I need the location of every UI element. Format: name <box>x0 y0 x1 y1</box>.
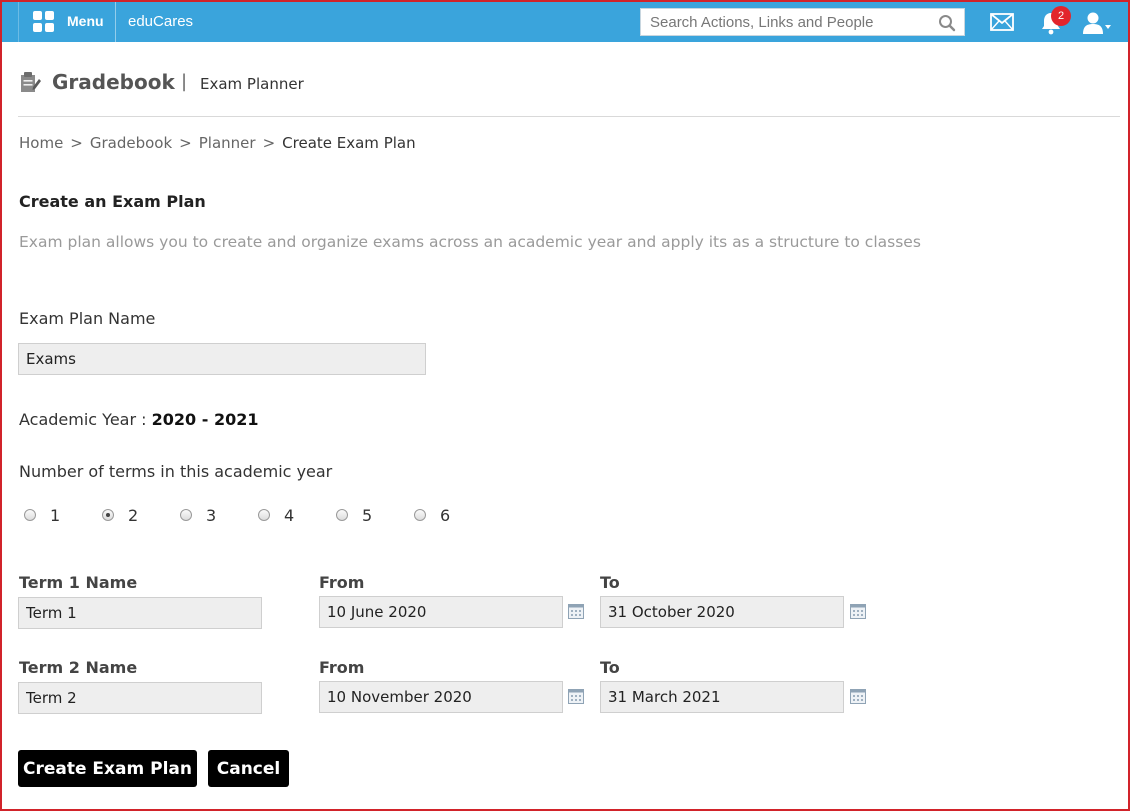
term1-from-label: From <box>319 573 365 592</box>
title-separator: | <box>181 71 188 92</box>
calendar-icon[interactable] <box>568 688 584 704</box>
radio-label: 2 <box>128 505 139 525</box>
terms-radio-6[interactable]: 6 <box>414 505 450 525</box>
radio-button[interactable] <box>336 509 348 521</box>
academic-year-row: Academic Year : 2020 - 2021 <box>19 410 258 429</box>
term1-to-date-input[interactable] <box>600 596 844 628</box>
radio-button[interactable] <box>414 509 426 521</box>
page-title: Gradebook <box>52 70 175 94</box>
apps-grid-icon <box>33 11 55 33</box>
header-divider <box>18 116 1120 117</box>
terms-radio-3[interactable]: 3 <box>180 505 216 525</box>
term1-from-date-input[interactable] <box>319 596 563 628</box>
section-description: Exam plan allows you to create and organ… <box>19 233 921 251</box>
terms-radio-4[interactable]: 4 <box>258 505 294 525</box>
radio-label: 3 <box>206 505 217 525</box>
user-menu-icon[interactable] <box>1082 11 1112 35</box>
term2-from-date-input[interactable] <box>319 681 563 713</box>
breadcrumb-separator: > <box>179 134 192 152</box>
terms-radio-2[interactable]: 2 <box>102 505 138 525</box>
radio-button[interactable] <box>24 509 36 521</box>
calendar-icon[interactable] <box>850 603 866 619</box>
breadcrumb: Home > Gradebook > Planner > Create Exam Plan <box>19 134 416 152</box>
breadcrumb-gradebook[interactable]: Gradebook <box>90 134 172 152</box>
term1-to-label: To <box>600 573 620 592</box>
breadcrumb-planner[interactable]: Planner <box>199 134 256 152</box>
academic-year-label: Academic Year : <box>19 410 147 429</box>
radio-button[interactable] <box>180 509 192 521</box>
search-box <box>640 8 965 36</box>
radio-label: 6 <box>440 505 451 525</box>
term2-to-date-input[interactable] <box>600 681 844 713</box>
mail-icon[interactable] <box>990 13 1014 31</box>
term2-name-input[interactable] <box>18 682 262 714</box>
menu-label: Menu <box>67 13 104 29</box>
radio-label: 4 <box>284 505 295 525</box>
gradebook-icon <box>21 72 41 92</box>
term1-name-label: Term 1 Name <box>19 573 138 592</box>
term2-name-label: Term 2 Name <box>19 658 138 677</box>
breadcrumb-separator: > <box>70 134 83 152</box>
term2-to-label: To <box>600 658 620 677</box>
breadcrumb-home[interactable]: Home <box>19 134 63 152</box>
plan-name-input[interactable] <box>18 343 426 375</box>
notification-count-badge: 2 <box>1051 6 1071 26</box>
breadcrumb-current: Create Exam Plan <box>282 134 416 152</box>
create-exam-plan-button[interactable]: Create Exam Plan <box>18 750 197 787</box>
term2-from-label: From <box>319 658 365 677</box>
term1-name-input[interactable] <box>18 597 262 629</box>
cancel-button[interactable]: Cancel <box>208 750 289 787</box>
calendar-icon[interactable] <box>850 688 866 704</box>
search-input[interactable] <box>641 9 931 35</box>
search-icon[interactable] <box>938 14 956 32</box>
radio-label: 5 <box>362 505 373 525</box>
plan-name-label: Exam Plan Name <box>19 309 156 328</box>
breadcrumb-separator: > <box>262 134 276 152</box>
menu-button[interactable]: Menu <box>18 2 116 42</box>
terms-radio-5[interactable]: 5 <box>336 505 372 525</box>
radio-button[interactable] <box>258 509 270 521</box>
terms-radio-1[interactable]: 1 <box>24 505 60 525</box>
calendar-icon[interactable] <box>568 603 584 619</box>
section-title: Create an Exam Plan <box>19 192 206 211</box>
terms-count-label: Number of terms in this academic year <box>19 462 333 481</box>
top-navigation-bar: Menu eduCares 2 <box>2 2 1128 42</box>
radio-button-selected[interactable] <box>102 509 114 521</box>
page-subtitle: Exam Planner <box>200 75 304 93</box>
academic-year-value: 2020 - 2021 <box>151 410 259 429</box>
radio-label: 1 <box>50 505 61 525</box>
app-name-link[interactable]: eduCares <box>128 13 193 30</box>
